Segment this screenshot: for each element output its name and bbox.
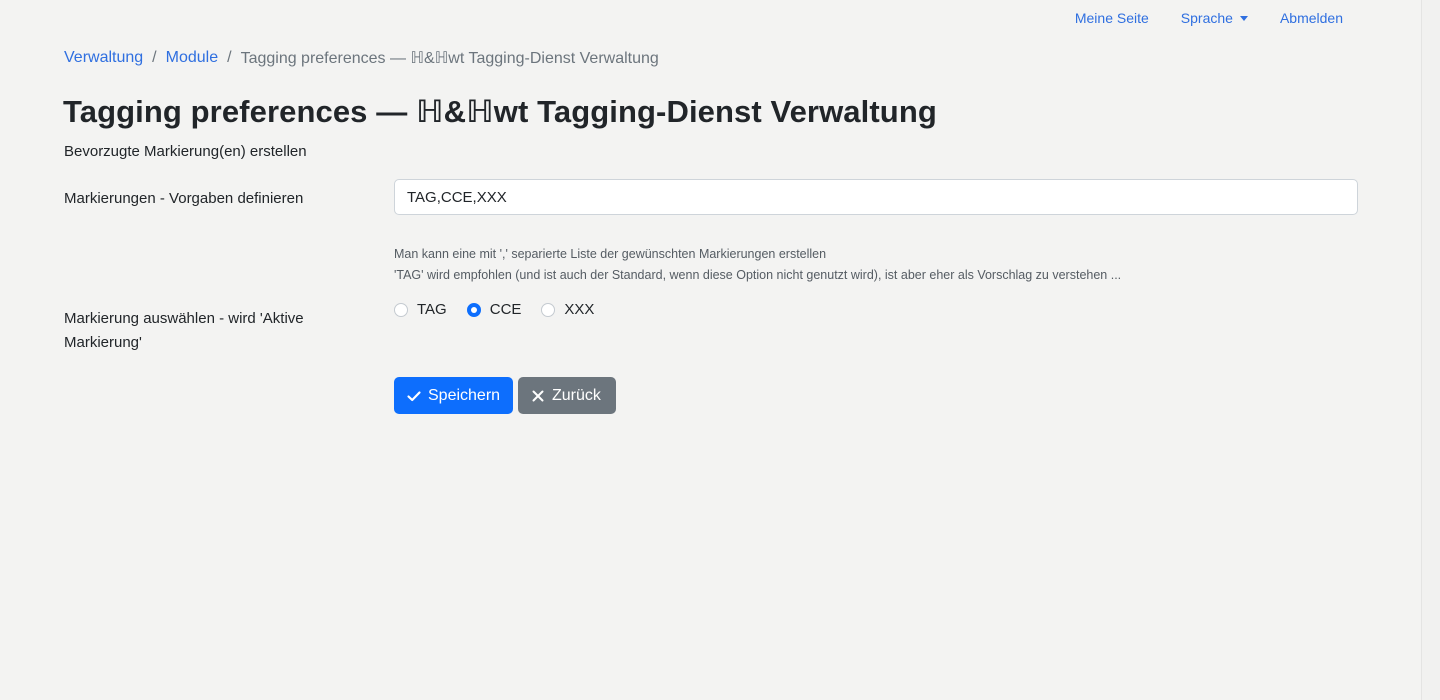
radio-checked-icon[interactable]	[466, 302, 481, 317]
page-title: Tagging preferences — ℍ&ℍwt Tagging-Dien…	[63, 94, 937, 129]
radio-label: XXX	[564, 301, 595, 318]
active-tag-label: Markierung auswählen - wird 'Aktive Mark…	[64, 310, 304, 351]
nav-language-dropdown[interactable]: Sprache	[1181, 10, 1248, 26]
help-line-1: Man kann eine mit ',' separierte Liste d…	[394, 247, 827, 261]
radio-option-cce[interactable]: CCE	[466, 301, 522, 318]
radio-option-tag[interactable]: TAG	[394, 301, 447, 318]
radio-unchecked-icon[interactable]	[541, 302, 556, 317]
help-line-2: 'TAG' wird empfohlen (und ist auch der S…	[394, 268, 1122, 282]
x-icon	[530, 388, 546, 404]
nav-logout-link[interactable]: Abmelden	[1280, 10, 1343, 26]
back-button-label: Zurück	[552, 386, 601, 404]
check-icon	[406, 388, 422, 404]
radio-option-xxx[interactable]: XXX	[541, 301, 594, 318]
breadcrumb-link-module[interactable]: Module	[166, 49, 218, 67]
caret-down-icon	[1239, 15, 1248, 21]
page-subtitle: Bevorzugte Markierung(en) erstellen	[64, 143, 307, 160]
window-edge	[1421, 0, 1440, 700]
save-button[interactable]: Speichern	[394, 377, 513, 414]
radio-label: CCE	[489, 301, 522, 318]
breadcrumb-current: Tagging preferences — ℍ&ℍwt Tagging-Dien…	[240, 50, 659, 67]
radio-label: TAG	[417, 301, 447, 318]
breadcrumb-separator: /	[227, 49, 232, 66]
breadcrumb-separator: /	[152, 49, 157, 66]
back-button[interactable]: Zurück	[518, 377, 616, 414]
top-nav: Meine Seite Sprache Abmelden	[1075, 10, 1343, 26]
breadcrumb-link-verwaltung[interactable]: Verwaltung	[64, 49, 143, 67]
tags-help-text: Man kann eine mit ',' separierte Liste d…	[394, 244, 1121, 286]
nav-language-label: Sprache	[1180, 10, 1233, 26]
save-button-label: Speichern	[428, 386, 501, 404]
active-tag-radio-group: TAG CCE XXX	[394, 301, 614, 318]
nav-my-page-link[interactable]: Meine Seite	[1075, 10, 1149, 26]
breadcrumb: Verwaltung / Module / Tagging preference…	[64, 48, 659, 68]
tags-field-label: Markierungen - Vorgaben definieren	[64, 190, 304, 207]
radio-unchecked-icon[interactable]	[394, 302, 408, 317]
tags-input[interactable]	[394, 179, 1358, 215]
